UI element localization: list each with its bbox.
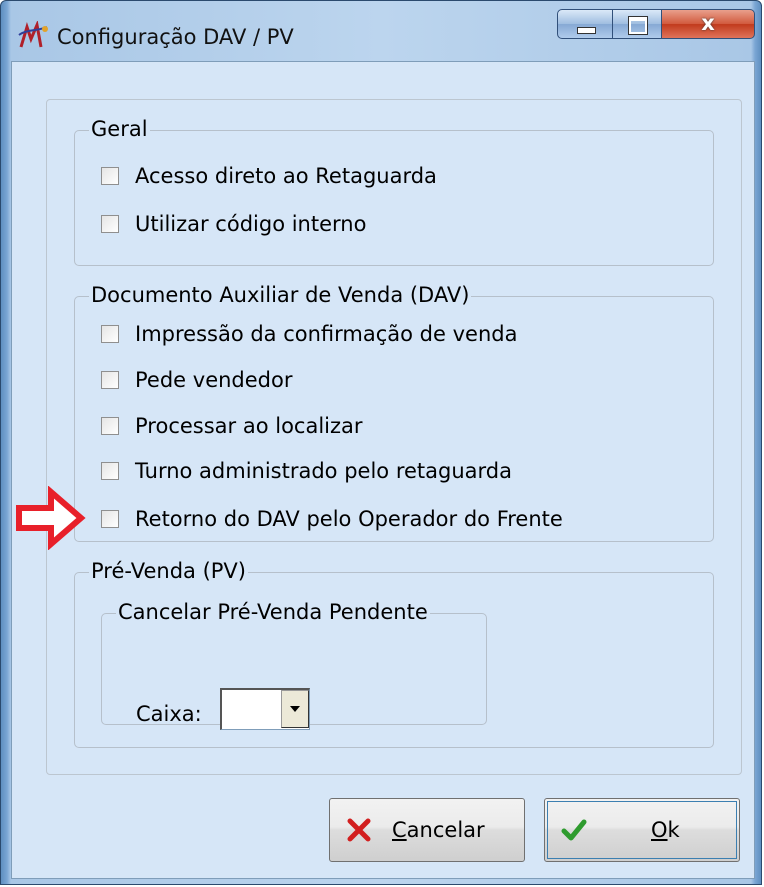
checkbox-label: Acesso direto ao Retaguarda [135, 164, 437, 188]
checkbox-box[interactable] [101, 462, 119, 480]
group-cancelar-pre-venda: Cancelar Pré-Venda Pendente Caixa: [101, 599, 487, 730]
app-logo-icon [18, 21, 48, 48]
checkbox-processar-localizar[interactable]: Processar ao localizar [101, 412, 363, 440]
checkbox-turno-administrado[interactable]: Turno administrado pelo retaguarda [101, 457, 512, 485]
checkbox-retorno-dav[interactable]: Retorno do DAV pelo Operador do Frente [101, 505, 563, 533]
checkbox-codigo-interno[interactable]: Utilizar código interno [101, 210, 366, 238]
maximize-button[interactable] [612, 9, 662, 39]
title-bar[interactable]: Configuração DAV / PV x [1, 1, 761, 61]
checkbox-acesso-direto[interactable]: Acesso direto ao Retaguarda [101, 162, 437, 190]
settings-panel: Geral Acesso direto ao Retaguarda Utiliz… [46, 99, 742, 775]
group-pre-venda-legend: Pré-Venda (PV) [89, 558, 248, 584]
group-pre-venda: Pré-Venda (PV) Cancelar Pré-Venda Penden… [74, 558, 714, 748]
caixa-label: Caixa: [136, 702, 202, 726]
checkbox-box[interactable] [101, 371, 119, 389]
cancel-label-rest: ancelar [406, 818, 485, 842]
checkbox-pede-vendedor[interactable]: Pede vendedor [101, 366, 292, 394]
group-dav-legend: Documento Auxiliar de Venda (DAV) [89, 282, 472, 308]
caixa-combobox[interactable] [220, 688, 310, 730]
checkmark-icon [561, 819, 587, 841]
checkbox-box[interactable] [101, 325, 119, 343]
group-cancelar-legend: Cancelar Pré-Venda Pendente [116, 599, 430, 625]
minimize-icon [577, 27, 596, 34]
checkbox-label: Processar ao localizar [135, 414, 363, 438]
close-icon: x [701, 11, 715, 35]
group-dav: Documento Auxiliar de Venda (DAV) Impres… [74, 282, 714, 542]
caixa-dropdown-button[interactable] [281, 690, 309, 728]
checkbox-box[interactable] [101, 417, 119, 435]
checkbox-label: Utilizar código interno [135, 212, 367, 236]
checkbox-label: Impressão da confirmação de venda [135, 322, 518, 346]
x-cross-icon [347, 818, 371, 842]
checkbox-box[interactable] [101, 215, 119, 233]
ok-button[interactable]: Ok [544, 798, 740, 862]
checkbox-impressao-confirmacao[interactable]: Impressão da confirmação de venda [101, 320, 517, 348]
cancel-mnemonic: C [392, 818, 407, 842]
close-button[interactable]: x [661, 9, 755, 39]
ok-label-rest: k [667, 818, 680, 842]
group-geral-legend: Geral [89, 116, 150, 142]
dialog-client-area: Geral Acesso direto ao Retaguarda Utiliz… [11, 61, 755, 879]
checkbox-box[interactable] [101, 167, 119, 185]
caption-buttons: x [557, 9, 755, 39]
cancel-button[interactable]: Cancelar [329, 798, 525, 862]
ok-button-label: Ok [651, 818, 680, 842]
dialog-window: Configuração DAV / PV x Geral Acesso dir… [0, 0, 762, 885]
checkbox-box[interactable] [101, 510, 119, 528]
checkbox-label: Retorno do DAV pelo Operador do Frente [135, 507, 563, 531]
chevron-down-icon [290, 706, 300, 712]
window-title: Configuração DAV / PV [57, 25, 294, 49]
maximize-icon [628, 16, 648, 35]
red-arrow-icon [16, 486, 86, 550]
group-geral: Geral Acesso direto ao Retaguarda Utiliz… [74, 116, 714, 266]
minimize-button[interactable] [557, 9, 613, 39]
ok-mnemonic: O [651, 818, 668, 842]
checkbox-label: Pede vendedor [135, 368, 293, 392]
cancel-button-label: Cancelar [392, 818, 485, 842]
checkbox-label: Turno administrado pelo retaguarda [135, 459, 512, 483]
